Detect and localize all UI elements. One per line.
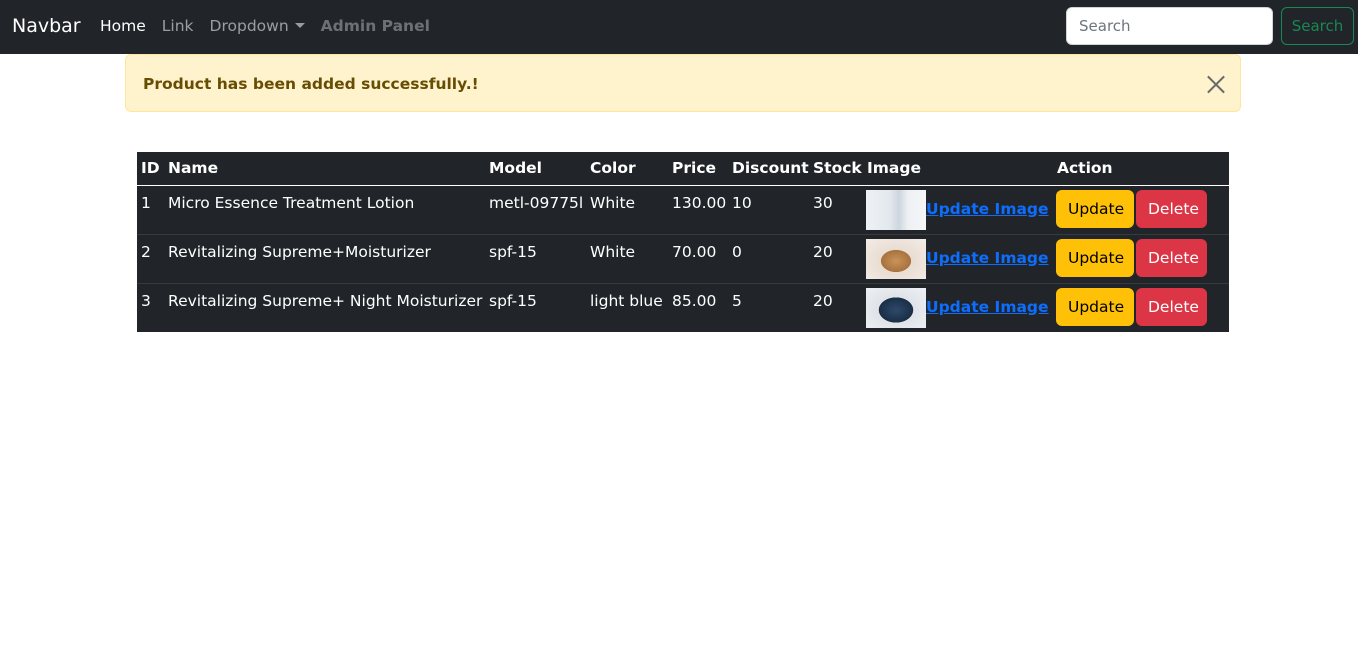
header-image: Image bbox=[863, 152, 1053, 186]
header-name: Name bbox=[164, 152, 485, 186]
header-color: Color bbox=[586, 152, 668, 186]
cell-model: spf-15 bbox=[489, 291, 537, 310]
cell-color: White bbox=[586, 234, 668, 284]
update-image-link[interactable]: Update Image bbox=[926, 298, 1049, 316]
cell-action: Update Delete bbox=[1053, 234, 1229, 284]
header-discount: Discount bbox=[728, 152, 809, 186]
nav-links: Home Link Dropdown Admin Panel bbox=[100, 16, 446, 37]
nav-dropdown[interactable]: Dropdown bbox=[210, 16, 305, 37]
cell-model: spf-15 bbox=[485, 234, 586, 284]
table-header-row: ID Name Model Color Price Discount Stock… bbox=[137, 152, 1229, 186]
alert-message: Product has been added successfully.! bbox=[143, 75, 479, 93]
update-button[interactable]: Update bbox=[1056, 189, 1134, 228]
products-table: ID Name Model Color Price Discount Stock… bbox=[137, 152, 1229, 332]
cell-stock: 30 bbox=[809, 185, 863, 235]
success-alert: Product has been added successfully.! bbox=[125, 54, 1241, 112]
header-id: ID bbox=[137, 152, 164, 186]
cell-discount: 10 bbox=[728, 185, 809, 235]
delete-button[interactable]: Delete bbox=[1136, 238, 1207, 277]
header-stock: Stock bbox=[809, 152, 863, 186]
update-image-link[interactable]: Update Image bbox=[926, 249, 1049, 267]
update-image-link[interactable]: Update Image bbox=[926, 200, 1049, 218]
cell-price: 130.00 bbox=[668, 185, 728, 235]
cell-image: Update Image bbox=[863, 185, 1053, 235]
search-input[interactable] bbox=[1066, 7, 1273, 45]
cell-name: Revitalizing Supreme+Moisturizer bbox=[164, 234, 485, 284]
search-button[interactable]: Search bbox=[1281, 7, 1354, 45]
cell-action: Update Delete bbox=[1053, 283, 1229, 332]
cell-id: 3 bbox=[141, 291, 151, 310]
cell-color: White bbox=[586, 185, 668, 235]
cell-action: Update Delete bbox=[1053, 185, 1229, 235]
products-table-wrapper: ID Name Model Color Price Discount Stock… bbox=[137, 152, 1229, 332]
update-button[interactable]: Update bbox=[1056, 238, 1134, 277]
cell-price: 70.00 bbox=[668, 234, 728, 284]
cell-id: 1 bbox=[137, 185, 164, 235]
product-thumbnail bbox=[866, 287, 926, 328]
table-row: 3 Revitalizing Supreme+ Night Moisturize… bbox=[137, 283, 1229, 332]
header-price: Price bbox=[668, 152, 728, 186]
cell-image: Update Image bbox=[863, 234, 1053, 284]
delete-button[interactable]: Delete bbox=[1136, 189, 1207, 228]
caret-down-icon bbox=[294, 23, 305, 28]
table-row: 1 Micro Essence Treatment Lotion metl-09… bbox=[137, 185, 1229, 235]
product-thumbnail bbox=[866, 238, 926, 279]
cell-name: Micro Essence Treatment Lotion bbox=[164, 185, 485, 235]
nav-link-link[interactable]: Link bbox=[162, 16, 194, 37]
cell-id: 2 bbox=[137, 234, 164, 284]
nav-dropdown-label: Dropdown bbox=[209, 17, 289, 35]
cell-model: metl-09775l bbox=[485, 185, 586, 235]
nav-admin-panel-link[interactable]: Admin Panel bbox=[321, 16, 430, 37]
cell-price: 85.00 bbox=[672, 291, 717, 310]
table-row: 2 Revitalizing Supreme+Moisturizer spf-1… bbox=[137, 234, 1229, 284]
nav-home-link[interactable]: Home bbox=[100, 16, 146, 37]
header-action: Action bbox=[1053, 152, 1229, 186]
cell-discount: 0 bbox=[728, 234, 809, 284]
cell-stock: 20 bbox=[809, 234, 863, 284]
cell-image: Update Image bbox=[863, 283, 1053, 332]
header-model: Model bbox=[485, 152, 586, 186]
cell-discount: 5 bbox=[732, 291, 742, 310]
cell-stock: 20 bbox=[813, 291, 833, 310]
product-thumbnail bbox=[866, 189, 926, 230]
update-button[interactable]: Update bbox=[1056, 287, 1134, 326]
close-icon[interactable] bbox=[1206, 74, 1226, 94]
navbar-brand[interactable]: Navbar bbox=[12, 14, 81, 38]
delete-button[interactable]: Delete bbox=[1136, 287, 1207, 326]
navbar: Navbar Home Link Dropdown Admin Panel Se… bbox=[0, 0, 1358, 54]
cell-color: light blue bbox=[590, 291, 663, 310]
cell-name: Revitalizing Supreme+ Night Moisturizer bbox=[168, 291, 483, 310]
